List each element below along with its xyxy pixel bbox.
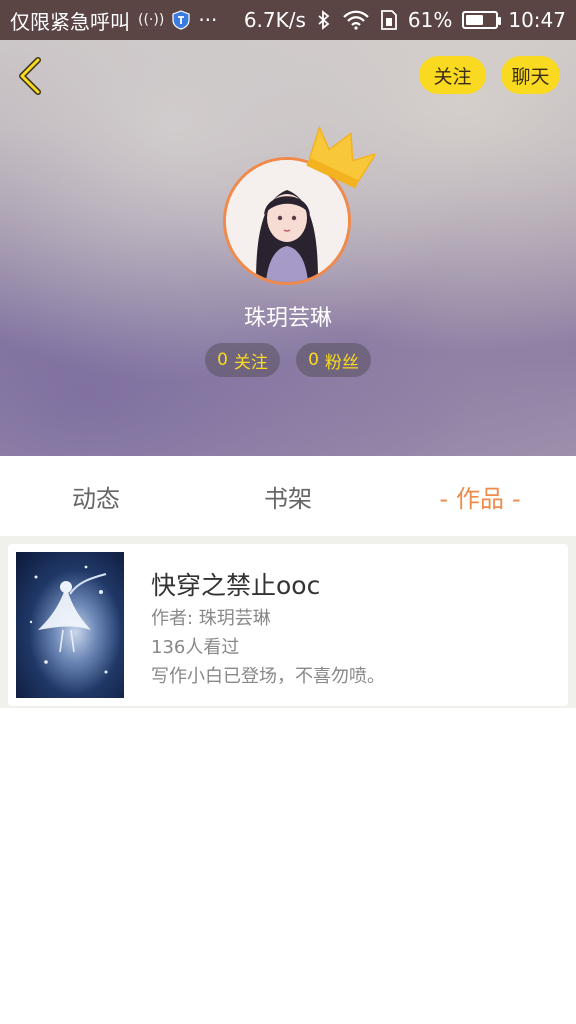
back-arrow-icon[interactable] xyxy=(14,56,48,96)
work-card[interactable]: 快穿之禁止ooc 作者: 珠玥芸琳 136人看过 写作小白已登场，不喜勿喷。 xyxy=(8,544,568,706)
profile-header: 关注 聊天 珠玥芸琳 0 关注 0 粉丝 xyxy=(0,40,576,456)
profile-tabs: 动态 书架 - 作品 - xyxy=(0,456,576,536)
battery-percent: 61% xyxy=(407,8,453,32)
shield-icon xyxy=(172,10,190,30)
crown-icon xyxy=(306,125,375,189)
following-count-button[interactable]: 0 关注 xyxy=(205,343,280,377)
tab-indicator-right: - xyxy=(512,484,521,513)
tab-bookshelf[interactable]: 书架 xyxy=(192,479,384,514)
tab-works[interactable]: - 作品 - xyxy=(384,479,576,514)
tab-activity-label: 动态 xyxy=(72,484,120,513)
tab-activity[interactable]: 动态 xyxy=(0,479,192,514)
tab-indicator-left: - xyxy=(439,484,448,513)
work-author: 作者: 珠玥芸琳 xyxy=(151,608,271,629)
status-bar-left: 仅限紧急呼叫 ((·)) ··· xyxy=(10,6,217,35)
wifi-icon xyxy=(343,10,369,30)
fans-count: 0 xyxy=(308,350,319,370)
fans-count-button[interactable]: 0 粉丝 xyxy=(296,343,371,377)
follow-button[interactable]: 关注 xyxy=(419,56,486,94)
cover-illustration xyxy=(29,565,108,674)
carrier-text: 仅限紧急呼叫 xyxy=(10,9,130,34)
network-speed: 6.7K/s xyxy=(243,8,306,32)
work-views: 136人看过 xyxy=(151,637,240,658)
status-bar-right: 6.7K/s 61% 10:47 xyxy=(244,8,566,32)
following-count: 0 xyxy=(217,350,228,370)
tab-works-label: 作品 xyxy=(456,484,504,513)
sim-icon xyxy=(381,10,397,30)
more-dots: ··· xyxy=(198,8,218,32)
status-bar: 仅限紧急呼叫 ((·)) ··· 6.7K/s 61% 10:47 xyxy=(0,0,576,40)
work-description: 写作小白已登场，不喜勿喷。 xyxy=(151,666,385,687)
fans-label: 粉丝 xyxy=(324,352,359,373)
avatar-container xyxy=(223,125,375,285)
username: 珠玥芸琳 xyxy=(243,306,332,331)
emergency-signal-icon: ((·)) xyxy=(138,12,165,28)
tab-bookshelf-label: 书架 xyxy=(264,484,312,513)
work-title[interactable]: 快穿之禁止ooc xyxy=(151,566,320,602)
following-label: 关注 xyxy=(233,352,268,373)
battery-icon xyxy=(462,11,502,29)
chat-button[interactable]: 聊天 xyxy=(501,56,560,94)
bluetooth-icon xyxy=(318,10,330,30)
clock: 10:47 xyxy=(508,8,566,32)
book-cover[interactable] xyxy=(16,552,124,698)
